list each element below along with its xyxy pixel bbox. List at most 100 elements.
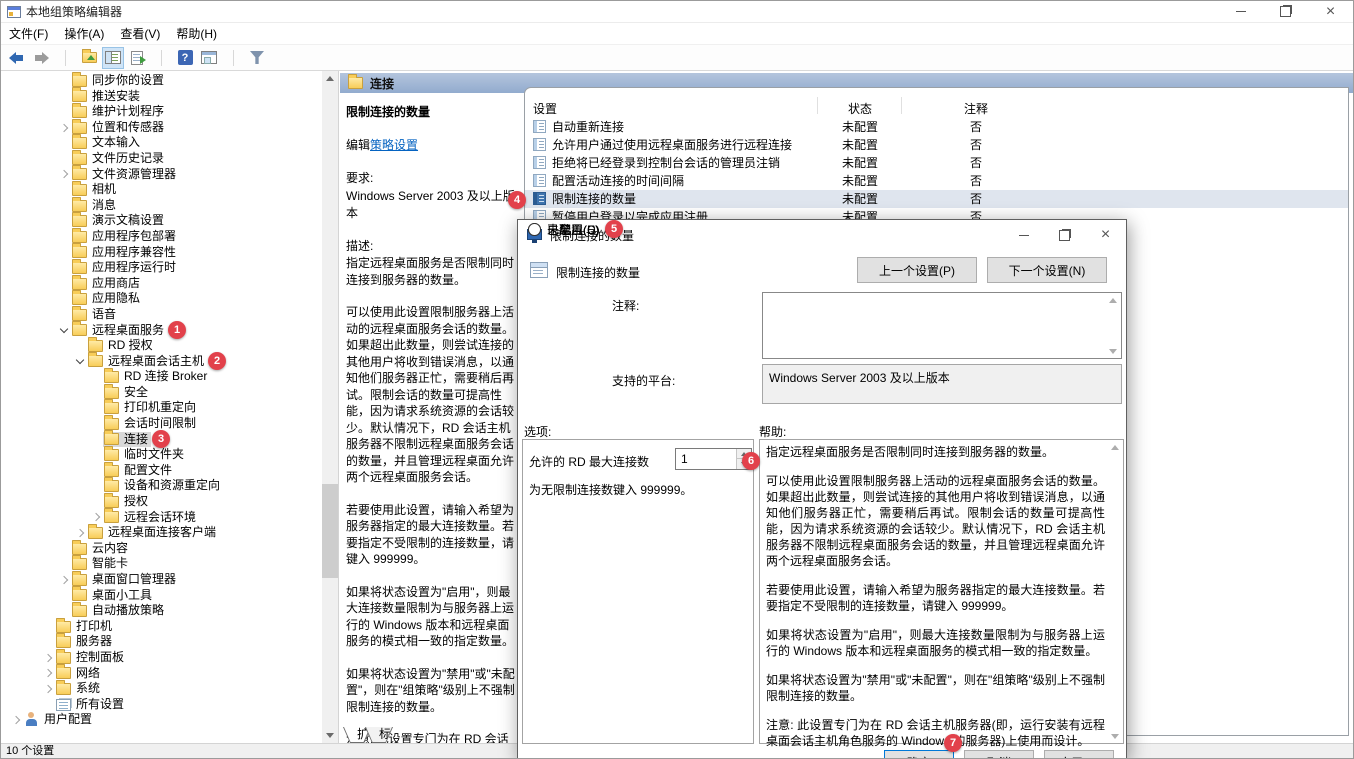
expand-collapse-icon[interactable]: [57, 167, 71, 181]
tree-item-hit[interactable]: 远程桌面连接客户端: [87, 526, 219, 541]
expand-collapse-icon[interactable]: [57, 573, 71, 587]
expand-collapse-icon[interactable]: [89, 464, 103, 478]
tree-item[interactable]: 维护计划程序: [1, 104, 322, 120]
expand-collapse-icon[interactable]: [57, 323, 71, 337]
tree-item-hit[interactable]: 应用程序包部署: [71, 229, 179, 244]
scroll-down-icon[interactable]: [322, 728, 338, 743]
expand-collapse-icon[interactable]: [89, 432, 103, 446]
comment-textarea[interactable]: [762, 292, 1122, 359]
toolbar-button[interactable]: [150, 47, 172, 69]
tree-item-hit[interactable]: 桌面窗口管理器: [71, 572, 179, 587]
toolbar-button[interactable]: [222, 47, 244, 69]
previous-setting-button[interactable]: 上一个设置(P): [857, 257, 977, 283]
expand-collapse-icon[interactable]: [41, 620, 55, 634]
expand-collapse-icon[interactable]: [57, 292, 71, 306]
tree-scrollbar[interactable]: [322, 71, 338, 743]
tree-item-hit[interactable]: 文本输入: [71, 136, 143, 151]
tree-item[interactable]: 桌面小工具: [1, 588, 322, 604]
expand-collapse-icon[interactable]: [41, 651, 55, 665]
tree-item-hit[interactable]: 打印机: [55, 619, 115, 634]
tree-item[interactable]: 应用隐私: [1, 291, 322, 307]
tree-item-hit[interactable]: 临时文件夹: [103, 448, 187, 463]
help-scrollbar[interactable]: [1108, 441, 1122, 742]
tree-item-hit[interactable]: 安全: [103, 385, 151, 400]
tree-item[interactable]: 用户配置: [1, 712, 322, 728]
tree-item-hit[interactable]: RD 授权: [87, 338, 156, 353]
column-header-comment[interactable]: 注释: [902, 100, 1050, 117]
expand-collapse-icon[interactable]: [41, 635, 55, 649]
next-setting-button[interactable]: 下一个设置(N): [987, 257, 1107, 283]
cancel-button[interactable]: 取消: [964, 750, 1034, 759]
toolbar-button[interactable]: [198, 47, 220, 69]
menu-item[interactable]: 查看(V): [112, 23, 168, 44]
tree-item[interactable]: 控制面板: [1, 650, 322, 666]
expand-collapse-icon[interactable]: [57, 542, 71, 556]
tree-item-hit[interactable]: 连接: [103, 432, 151, 447]
expand-collapse-icon[interactable]: [57, 214, 71, 228]
tree-item-hit[interactable]: 维护计划程序: [71, 104, 167, 119]
tree-item-hit[interactable]: 应用程序运行时: [71, 260, 179, 275]
tree-item[interactable]: 会话时间限制: [1, 416, 322, 432]
expand-collapse-icon[interactable]: [89, 510, 103, 524]
view-tab-label[interactable]: 标准: [366, 727, 392, 742]
edit-policy-setting-link[interactable]: 策略设置: [370, 138, 418, 152]
ok-button[interactable]: 确定: [884, 750, 954, 759]
tree-item-hit[interactable]: 网络: [55, 666, 103, 681]
tree-item-hit[interactable]: 智能卡: [71, 557, 131, 572]
expand-collapse-icon[interactable]: [89, 448, 103, 462]
tree-item-hit[interactable]: 远程桌面服务: [71, 323, 167, 338]
expand-collapse-icon[interactable]: [41, 682, 55, 696]
expand-collapse-icon[interactable]: [57, 89, 71, 103]
expand-collapse-icon[interactable]: [73, 339, 87, 353]
tree-item[interactable]: 应用程序运行时: [1, 260, 322, 276]
tree-item-hit[interactable]: 应用程序兼容性: [71, 245, 179, 260]
scroll-up-icon[interactable]: [322, 71, 338, 86]
max-connections-stepper[interactable]: [675, 448, 752, 470]
dialog-close-icon[interactable]: [1085, 220, 1126, 250]
toolbar-button[interactable]: [78, 47, 100, 69]
tree-item[interactable]: 远程桌面会话主机 2: [1, 354, 322, 370]
toolbar-button[interactable]: [126, 47, 148, 69]
tree-item-hit[interactable]: 配置文件: [103, 463, 175, 478]
expand-collapse-icon[interactable]: [57, 261, 71, 275]
tree-item[interactable]: 相机: [1, 182, 322, 198]
comment-scrollbar[interactable]: [1106, 294, 1120, 357]
max-connections-input[interactable]: [676, 449, 736, 469]
setting-row[interactable]: 限制连接的数量 未配置 否: [525, 190, 1348, 208]
expand-collapse-icon[interactable]: [57, 152, 71, 166]
expand-collapse-icon[interactable]: [89, 401, 103, 415]
tree-item-hit[interactable]: 应用商店: [71, 276, 143, 291]
tree-item-hit[interactable]: 授权: [103, 494, 151, 509]
tree-item-hit[interactable]: 设备和资源重定向: [103, 479, 223, 494]
expand-collapse-icon[interactable]: [57, 183, 71, 197]
tree-item-hit[interactable]: 推送安装: [71, 89, 143, 104]
tree-item[interactable]: 推送安装: [1, 89, 322, 105]
tree-item-hit[interactable]: 相机: [71, 182, 119, 197]
tree-item[interactable]: 服务器: [1, 634, 322, 650]
toolbar-button[interactable]: [54, 47, 76, 69]
minimize-icon[interactable]: [1218, 1, 1263, 22]
tree-item[interactable]: 文件历史记录: [1, 151, 322, 167]
toolbar-button[interactable]: [102, 47, 124, 69]
tree-item[interactable]: 打印机重定向: [1, 400, 322, 416]
tree-item-hit[interactable]: 云内容: [71, 541, 131, 556]
expand-collapse-icon[interactable]: [57, 245, 71, 259]
radio-icon[interactable]: [528, 223, 541, 236]
tree-item-hit[interactable]: 同步你的设置: [71, 73, 167, 88]
expand-collapse-icon[interactable]: [57, 588, 71, 602]
tree-item[interactable]: RD 连接 Broker: [1, 369, 322, 385]
tree-item-hit[interactable]: 演示文稿设置: [71, 214, 167, 229]
tree-item[interactable]: 应用程序兼容性: [1, 245, 322, 261]
expand-collapse-icon[interactable]: [57, 199, 71, 213]
tree-item[interactable]: 授权: [1, 494, 322, 510]
tree-item[interactable]: 远程会话环境: [1, 510, 322, 526]
toolbar-button[interactable]: [246, 47, 268, 69]
tree-item-hit[interactable]: 自动播放策略: [71, 603, 167, 618]
tree-item[interactable]: 应用程序包部署: [1, 229, 322, 245]
apply-button[interactable]: 应用(A): [1044, 750, 1114, 759]
tree-item[interactable]: 演示文稿设置: [1, 213, 322, 229]
expand-collapse-icon[interactable]: [57, 277, 71, 291]
tree-item-hit[interactable]: 打印机重定向: [103, 401, 199, 416]
tree-item[interactable]: 位置和传感器: [1, 120, 322, 136]
dialog-maximize-icon[interactable]: [1044, 220, 1085, 250]
